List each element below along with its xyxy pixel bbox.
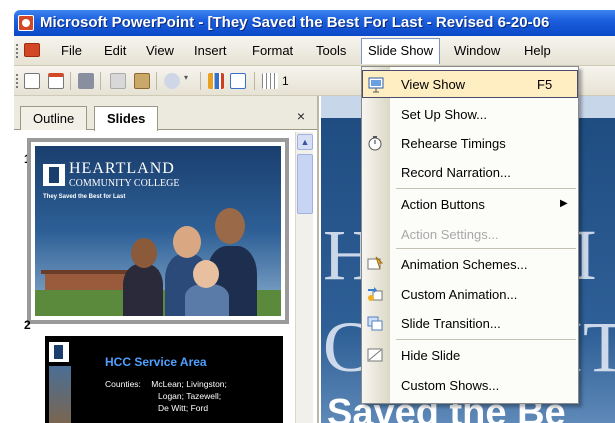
new-presentation-icon[interactable] — [48, 73, 64, 89]
slide-1-subheading: COMMUNITY COLLEGE — [69, 178, 180, 189]
slide-2-body-label: Counties: — [105, 379, 141, 389]
toolbar-separator — [70, 72, 71, 90]
menu-item-label: Action Buttons — [401, 197, 485, 212]
scroll-thumb[interactable] — [297, 154, 313, 214]
close-pane-icon[interactable]: × — [297, 108, 305, 124]
slide-1-content: HEARTLAND COMMUNITY COLLEGE They Saved t… — [35, 146, 281, 316]
show-grid-icon[interactable] — [262, 73, 278, 89]
print-icon[interactable] — [78, 73, 94, 89]
copy-icon[interactable] — [110, 73, 126, 89]
title-bar: Microsoft PowerPoint - [They Saved the B… — [14, 10, 615, 36]
menu-slide-show[interactable]: Slide Show — [361, 38, 441, 64]
stopwatch-icon — [367, 135, 383, 151]
college-logo-icon — [49, 342, 69, 362]
menu-item-rehearse-timings[interactable]: Rehearse Timings — [362, 129, 578, 157]
menu-view[interactable]: View — [146, 43, 174, 58]
menu-item-animation-schemes[interactable]: Animation Schemes... — [362, 250, 578, 278]
slide-2-body-line: Logan; Tazewell; — [158, 391, 222, 401]
menu-bar: File Edit View Insert Format Tools Slide… — [14, 36, 615, 66]
document-control-icon[interactable] — [24, 43, 40, 57]
insert-table-icon[interactable] — [230, 73, 246, 89]
menu-item-custom-shows[interactable]: Custom Shows... — [362, 371, 578, 399]
menu-item-action-buttons[interactable]: Action Buttons ▶ — [362, 190, 578, 218]
student-photo — [193, 260, 219, 288]
student-photo — [131, 238, 157, 268]
menu-separator — [396, 248, 576, 249]
menu-item-label: Rehearse Timings — [401, 136, 506, 151]
menu-item-hide-slide[interactable]: Hide Slide — [362, 341, 578, 369]
menu-item-action-settings: Action Settings... — [362, 220, 578, 248]
menu-file[interactable]: File — [61, 43, 82, 58]
menu-item-label: Slide Transition... — [401, 316, 501, 331]
menu-tools[interactable]: Tools — [316, 43, 346, 58]
menu-item-label: Animation Schemes... — [401, 257, 528, 272]
pane-scrollbar[interactable]: ▲ — [295, 132, 313, 423]
menu-item-label: Custom Animation... — [401, 287, 518, 302]
menu-item-label: Custom Shows... — [401, 378, 500, 393]
menu-item-label: Set Up Show... — [401, 107, 487, 122]
menu-item-label: Action Settings... — [401, 227, 499, 242]
menu-edit[interactable]: Edit — [104, 43, 126, 58]
toolbar-separator — [100, 72, 101, 90]
menu-item-slide-transition[interactable]: Slide Transition... — [362, 309, 578, 337]
menu-window[interactable]: Window — [454, 43, 500, 58]
undo-icon[interactable] — [164, 73, 180, 89]
college-logo-icon — [43, 164, 65, 186]
animation-schemes-icon — [367, 256, 384, 272]
menu-item-record-narration[interactable]: Record Narration... — [362, 158, 578, 186]
hide-slide-icon — [367, 347, 383, 363]
menu-item-label: Hide Slide — [401, 348, 461, 363]
window-title: Microsoft PowerPoint - [They Saved the B… — [40, 14, 550, 31]
slide-thumbnail-1[interactable]: HEARTLAND COMMUNITY COLLEGE They Saved t… — [27, 138, 289, 324]
insert-chart-icon[interactable] — [208, 73, 224, 89]
toolbar-separator — [156, 72, 157, 90]
slide-2-body: Counties: McLean; Livingston; Logan; Taz… — [105, 378, 227, 414]
slide-show-menu: View Show F5 Set Up Show... Rehearse Tim… — [361, 66, 579, 404]
student-photo — [173, 226, 201, 258]
new-document-icon[interactable] — [24, 73, 40, 89]
slide-thumbnail-2[interactable]: HCC Service Area Counties: McLean; Livin… — [45, 336, 283, 423]
submenu-arrow-icon: ▶ — [560, 198, 568, 209]
menu-item-label: Record Narration... — [401, 165, 511, 180]
menu-separator — [396, 188, 576, 189]
tab-slides[interactable]: Slides — [94, 106, 159, 131]
building-photo — [49, 366, 71, 423]
slide-transition-icon — [367, 315, 383, 331]
font-size-box[interactable]: 1 — [282, 74, 289, 88]
menubar-grip[interactable] — [16, 44, 19, 58]
slide-2-body-line: McLean; Livingston; — [151, 379, 227, 389]
menu-item-set-up-show[interactable]: Set Up Show... — [362, 100, 578, 128]
menu-item-shortcut: F5 — [537, 77, 553, 92]
toolbar-separator — [200, 72, 201, 90]
powerpoint-app-icon[interactable] — [18, 15, 34, 31]
undo-dropdown-icon[interactable]: ▾ — [184, 73, 192, 89]
scroll-up-icon[interactable]: ▲ — [297, 134, 313, 150]
menu-help[interactable]: Help — [524, 43, 551, 58]
slide-1-heading: HEARTLAND — [69, 160, 175, 177]
menu-item-label: View Show — [401, 77, 466, 92]
pane-tab-row: Outline Slides × — [14, 96, 317, 131]
menu-item-view-show[interactable]: View Show F5 — [362, 70, 578, 98]
slide-2-body-line: De Witt; Ford — [158, 403, 209, 413]
toolbar-separator — [254, 72, 255, 90]
menu-insert[interactable]: Insert — [194, 43, 227, 58]
student-photo — [215, 208, 245, 244]
paste-icon[interactable] — [134, 73, 150, 89]
slide-2-title: HCC Service Area — [105, 355, 207, 369]
menu-item-custom-animation[interactable]: Custom Animation... — [362, 280, 578, 308]
student-photo — [123, 264, 163, 316]
toolbar-grip[interactable] — [16, 74, 19, 88]
menu-separator — [396, 339, 576, 340]
slide-number-2: 2 — [24, 318, 31, 332]
slide-1-tagline: They Saved the Best for Last — [43, 194, 126, 200]
projector-screen-icon — [368, 77, 384, 93]
custom-animation-icon — [367, 286, 383, 302]
menu-format[interactable]: Format — [252, 43, 293, 58]
tab-outline[interactable]: Outline — [20, 106, 88, 130]
student-photo — [185, 284, 229, 316]
